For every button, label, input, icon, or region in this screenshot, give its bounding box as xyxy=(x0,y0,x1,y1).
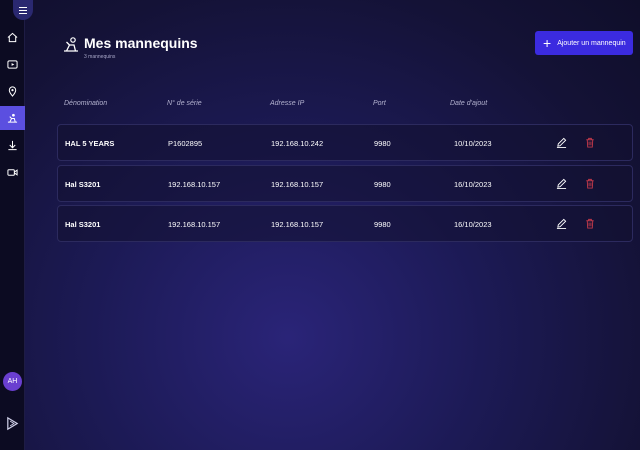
sidebar-item-home[interactable] xyxy=(4,29,21,46)
sidebar-item-location[interactable] xyxy=(4,83,21,100)
trash-icon[interactable] xyxy=(585,218,595,229)
cell-name: HAL 5 YEARS xyxy=(65,139,115,148)
app-logo-icon xyxy=(7,416,19,431)
table-header: Dénomination N° de série Adresse IP Port… xyxy=(57,100,633,112)
location-pin-icon xyxy=(8,86,17,97)
cell-ip: 192.168.10.157 xyxy=(271,180,324,189)
edit-icon[interactable] xyxy=(556,178,567,189)
add-mannequin-button[interactable]: + Ajouter un mannequin xyxy=(535,31,633,55)
avatar[interactable]: AH xyxy=(3,372,22,391)
cell-serial: 192.168.10.157 xyxy=(168,180,221,189)
table-row[interactable]: Hal S3201 192.168.10.157 192.168.10.157 … xyxy=(57,165,633,202)
column-header-ip: Adresse IP xyxy=(270,100,305,107)
cell-date: 16/10/2023 xyxy=(454,180,492,189)
cell-serial: 192.168.10.157 xyxy=(168,220,221,229)
download-icon xyxy=(8,140,17,151)
cell-name: Hal S3201 xyxy=(65,220,101,229)
mannequin-icon xyxy=(64,37,78,52)
table-row[interactable]: Hal S3201 192.168.10.157 192.168.10.157 … xyxy=(57,205,633,242)
menu-button[interactable] xyxy=(13,0,33,20)
page-title: Mes mannequins xyxy=(84,35,198,51)
sidebar-item-downloads[interactable] xyxy=(4,137,21,154)
mannequin-icon xyxy=(7,113,18,123)
cell-ip: 192.168.10.157 xyxy=(271,220,324,229)
trash-icon[interactable] xyxy=(585,178,595,189)
cell-ip: 192.168.10.242 xyxy=(271,139,324,148)
camera-icon xyxy=(7,169,18,176)
column-header-serial: N° de série xyxy=(167,100,202,107)
edit-icon[interactable] xyxy=(556,218,567,229)
sidebar-item-mannequins[interactable] xyxy=(0,106,25,130)
cell-name: Hal S3201 xyxy=(65,180,101,189)
cell-date: 16/10/2023 xyxy=(454,220,492,229)
table-row[interactable]: HAL 5 YEARS P1602895 192.168.10.242 9980… xyxy=(57,124,633,161)
cell-serial: P1602895 xyxy=(168,139,203,148)
cell-port: 9980 xyxy=(374,220,391,229)
column-header-name: Dénomination xyxy=(64,100,108,107)
home-icon xyxy=(7,32,18,43)
cell-date: 10/10/2023 xyxy=(454,139,492,148)
cell-port: 9980 xyxy=(374,180,391,189)
sidebar-item-cameras[interactable] xyxy=(4,164,21,181)
hamburger-icon xyxy=(19,6,27,14)
cell-port: 9980 xyxy=(374,139,391,148)
trash-icon[interactable] xyxy=(585,137,595,148)
plus-icon: + xyxy=(543,35,552,51)
add-mannequin-label: Ajouter un mannequin xyxy=(557,39,626,47)
column-header-date: Date d'ajout xyxy=(450,100,488,107)
page-subtitle: 3 mannequins xyxy=(84,54,116,60)
video-play-icon xyxy=(7,60,18,69)
sidebar-item-videos[interactable] xyxy=(4,56,21,73)
column-header-port: Port xyxy=(373,100,386,107)
edit-icon[interactable] xyxy=(556,137,567,148)
